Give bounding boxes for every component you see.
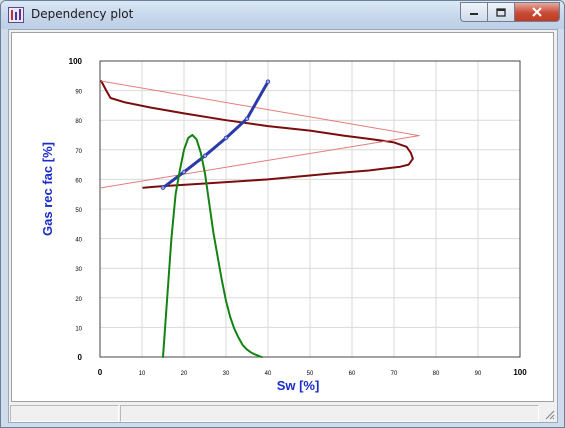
caption-buttons bbox=[460, 2, 560, 22]
x-tick-label: 40 bbox=[265, 371, 272, 377]
app-icon bbox=[8, 7, 24, 23]
series-line-1 bbox=[100, 80, 414, 189]
y-tick-label: 0 bbox=[78, 353, 83, 362]
y-tick-label: 30 bbox=[75, 267, 82, 273]
x-tick-label: 0 bbox=[98, 368, 103, 377]
title-bar[interactable]: Dependency plot bbox=[1, 1, 564, 29]
x-axis-title: Sw [%] bbox=[277, 378, 320, 393]
status-pane-1 bbox=[10, 405, 119, 422]
series-point bbox=[223, 135, 229, 141]
y-axis-title: Gas rec fac [%] bbox=[40, 142, 55, 236]
y-tick-label: 90 bbox=[75, 90, 82, 96]
client-area: 0 10 20 30 40 50 60 70 80 90 100 0 10 20 30 40 50 60 70 80 9… bbox=[8, 29, 558, 423]
dependency-plot-window: Dependency plot 0 10 20 30 40 50 60 70 80 90 100 0 1… bbox=[0, 0, 565, 428]
y-tick-label: 10 bbox=[75, 326, 82, 332]
series-point bbox=[202, 153, 208, 158]
x-tick-label: 10 bbox=[139, 371, 146, 377]
y-tick-label: 80 bbox=[75, 119, 82, 125]
series-point bbox=[160, 185, 166, 190]
dependency-chart[interactable]: 0 10 20 30 40 50 60 70 80 90 100 0 10 20 30 40 50 60 70 80 9… bbox=[12, 33, 553, 401]
y-tick-label: 40 bbox=[75, 238, 82, 244]
resize-grip-icon[interactable] bbox=[543, 408, 555, 420]
x-tick-label: 80 bbox=[433, 371, 440, 377]
x-tick-label: 90 bbox=[475, 371, 482, 377]
minimize-button[interactable] bbox=[460, 2, 487, 22]
window-title: Dependency plot bbox=[31, 7, 134, 21]
maximize-icon bbox=[496, 7, 506, 17]
status-pane-2 bbox=[120, 405, 539, 422]
series-point bbox=[181, 169, 187, 175]
close-button[interactable] bbox=[514, 2, 560, 22]
plot-frame: 0 10 20 30 40 50 60 70 80 90 100 0 10 20 30 40 50 60 70 80 9… bbox=[11, 32, 554, 402]
series-point bbox=[244, 116, 250, 121]
y-tick-label: 60 bbox=[75, 178, 82, 184]
x-tick-label: 20 bbox=[181, 371, 188, 377]
x-tick-label: 30 bbox=[223, 371, 230, 377]
y-tick-label: 100 bbox=[69, 57, 83, 66]
y-tick-label: 70 bbox=[75, 149, 82, 155]
x-tick-label: 100 bbox=[513, 368, 527, 377]
y-tick-label: 50 bbox=[75, 208, 82, 214]
x-tick-label: 50 bbox=[307, 371, 314, 377]
series-line-4 bbox=[162, 134, 263, 358]
x-tick-label: 70 bbox=[391, 371, 398, 377]
close-icon bbox=[532, 7, 542, 17]
maximize-button[interactable] bbox=[487, 2, 514, 22]
minimize-icon bbox=[470, 13, 478, 15]
y-tick-label: 20 bbox=[75, 297, 82, 303]
series-point bbox=[265, 79, 271, 84]
x-tick-label: 60 bbox=[349, 371, 356, 377]
status-bar bbox=[9, 402, 557, 422]
